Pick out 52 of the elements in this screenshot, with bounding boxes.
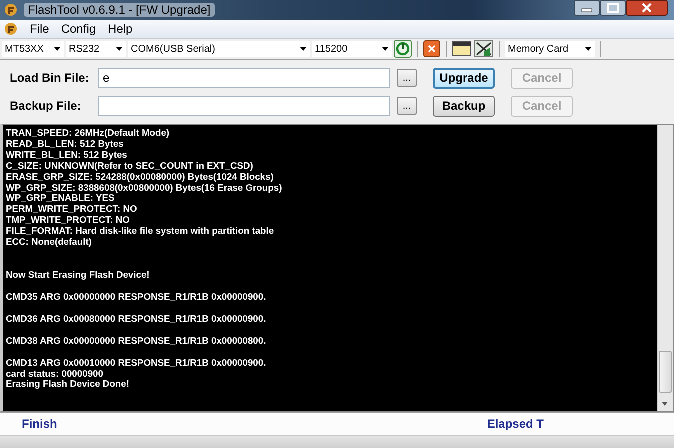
dropdown[interactable]: MT53XX bbox=[2, 41, 64, 57]
app-icon bbox=[4, 3, 18, 17]
log-line: CMD36 ARG 0x00080000 RESPONSE_R1/R1B 0x00000900. bbox=[6, 314, 268, 325]
caret-icon bbox=[54, 47, 61, 51]
dropdown[interactable]: RS232 bbox=[66, 41, 126, 57]
window-title: FlashTool v0.6.9.1 - [FW Upgrade] bbox=[24, 3, 215, 17]
log-line: WP_GRP_SIZE: 8388608(0x00800000) Bytes(16 Erase Groups) bbox=[6, 182, 284, 194]
field-label: Load Bin File: bbox=[10, 71, 90, 85]
window-icon[interactable] bbox=[452, 40, 472, 58]
log-line: WP_GRP_ENABLE: YES bbox=[6, 193, 115, 204]
file-path-field[interactable] bbox=[98, 96, 390, 116]
dropdown[interactable]: COM6(USB Serial) bbox=[128, 41, 310, 57]
log-line: ECC: None(default) bbox=[6, 237, 93, 248]
action-button[interactable]: Upgrade bbox=[433, 68, 495, 88]
caret-icon bbox=[382, 47, 389, 51]
log-line: PERM_WRITE_PROTECT: NO bbox=[6, 204, 138, 216]
log-line: FILE_FORMAT: Hard disk-like file system with partition table bbox=[6, 226, 276, 238]
file-path-field[interactable]: e bbox=[98, 68, 390, 88]
connect-icon[interactable] bbox=[394, 40, 412, 58]
browse-button[interactable]: ... bbox=[397, 69, 417, 87]
log-line: ERASE_GRP_SIZE: 524288(0x00080000) Bytes(1024 Blocks) bbox=[6, 172, 275, 183]
status-text: Finish bbox=[22, 417, 58, 431]
browse-button[interactable]: ... bbox=[397, 97, 417, 115]
log-line: Erasing Flash Device Done! bbox=[6, 379, 130, 390]
dropdown[interactable]: 115200 bbox=[312, 41, 392, 57]
caret-icon bbox=[300, 47, 307, 51]
log-line: TMP_WRITE_PROTECT: NO bbox=[6, 215, 131, 226]
log-line: Now Start Erasing Flash Device! bbox=[6, 270, 151, 281]
menu-item[interactable]: Help bbox=[108, 22, 133, 36]
maximize-icon[interactable] bbox=[600, 0, 626, 16]
tools-icon[interactable] bbox=[474, 40, 494, 58]
caret-icon bbox=[585, 47, 592, 51]
log-line: CMD13 ARG 0x00010000 RESPONSE_R1/R1B 0x00000900. bbox=[6, 358, 268, 368]
field-label: Backup File: bbox=[10, 99, 82, 113]
log-line: CMD38 ARG 0x00000000 RESPONSE_R1/R1B 0x00000800. bbox=[6, 336, 268, 347]
close-icon[interactable] bbox=[626, 0, 668, 16]
log-line: WRITE_BL_LEN: 512 Bytes bbox=[6, 150, 128, 161]
app-icon[interactable] bbox=[4, 22, 18, 36]
minimize-icon[interactable] bbox=[574, 0, 600, 16]
log-line: CMD35 ARG 0x00000000 RESPONSE_R1/R1B 0x00000900. bbox=[6, 292, 268, 303]
menu-item[interactable]: File bbox=[30, 22, 50, 36]
action-button[interactable]: Backup bbox=[433, 96, 495, 116]
log-line: card status: 00000900 bbox=[6, 368, 104, 380]
menu-item[interactable]: Config bbox=[61, 22, 96, 36]
stop-icon[interactable] bbox=[423, 40, 441, 58]
log-line: READ_BL_LEN: 512 Bytes bbox=[6, 138, 124, 150]
elapsed-time-label: Elapsed T bbox=[487, 417, 544, 431]
scrollbar-thumb[interactable] bbox=[659, 351, 672, 393]
log-line: TRAN_SPEED: 26MHz(Default Mode) bbox=[6, 128, 171, 139]
log-line: C_SIZE: UNKNOWN(Refer to SEC_COUNT in EXT_CSD) bbox=[6, 160, 254, 172]
dropdown[interactable]: Memory Card bbox=[505, 41, 595, 57]
caret-icon bbox=[116, 47, 123, 51]
